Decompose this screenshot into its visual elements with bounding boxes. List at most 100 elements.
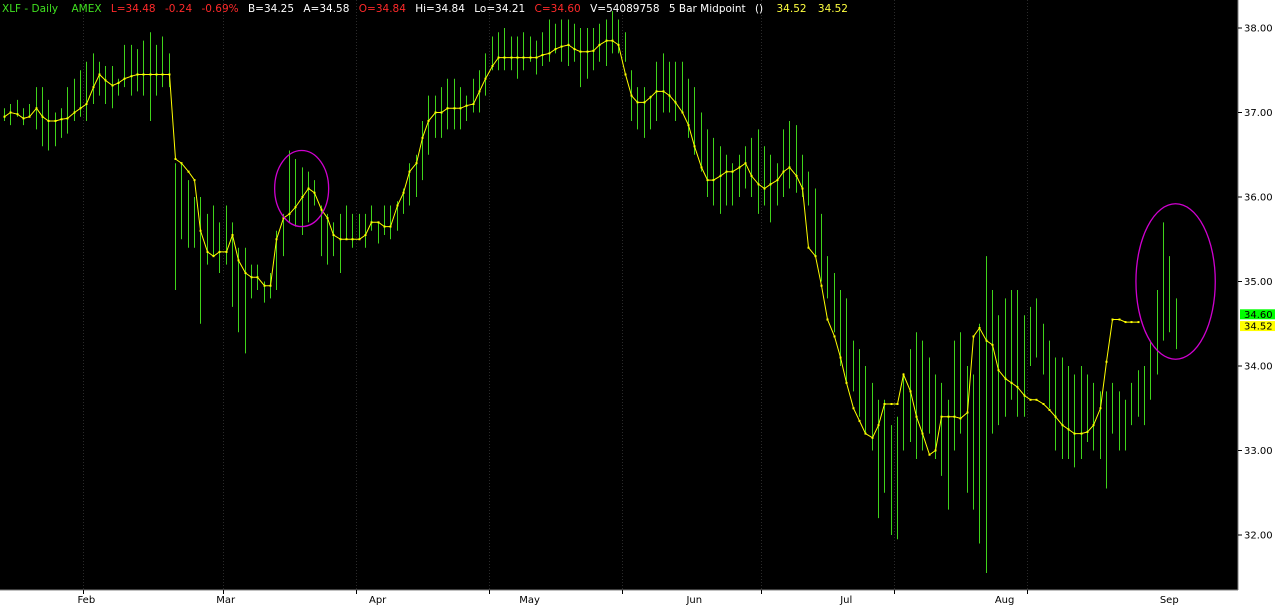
midpoint-dot [187,170,190,173]
month-label: Mar [216,595,236,606]
midpoint-dot [180,162,183,165]
midpoint-dot [516,56,519,59]
high-label: Hi=34.84 [415,3,465,15]
midpoint-dot [1086,430,1089,433]
midpoint-dot [750,174,753,177]
midpoint-dot [1029,398,1032,401]
midpoint-dot [693,145,696,148]
midpoint-price-label: 34.52 [1244,322,1273,333]
midpoint-dot [345,238,348,241]
midpoint-dot [630,94,633,97]
midpoint-dot [60,118,63,121]
midpoint-dot [326,217,329,220]
midpoint-dot [174,157,177,160]
midpoint-dot [529,56,532,59]
midpoint-dot [155,73,158,76]
midpoint-dot [440,111,443,114]
midpoint-dot [1010,381,1013,384]
month-label: Sep [1160,595,1179,606]
month-label: Aug [995,595,1015,606]
midpoint-dot [985,339,988,342]
low-label: Lo=34.21 [474,3,525,15]
midpoint-dot [719,174,722,177]
midpoint-dot [763,187,766,190]
midpoint-dot [617,43,620,46]
midpoint-dot [510,56,513,59]
midpoint-dot [370,221,373,224]
midpoint-dot [668,94,671,97]
study-params-label: () [755,3,763,15]
price-axis-panel[interactable] [1238,0,1276,606]
midpoint-dot [301,196,304,198]
midpoint-dot [1004,377,1007,380]
midpoint-dot [41,115,44,118]
midpoint-dot [111,84,114,87]
midpoint-dot [757,183,760,186]
midpoint-dot [1105,360,1108,363]
change-label: -0.24 [165,3,192,15]
midpoint-dot [592,49,595,52]
midpoint-dot [218,250,221,253]
study-value-1: 34.52 [777,3,807,15]
midpoint-dot [858,419,861,422]
midpoint-dot [22,117,25,120]
month-label: Apr [369,595,387,606]
last-price-markers: 34.5234.60 [1240,309,1275,333]
midpoint-dot [383,225,386,228]
midpoint-dot [358,238,361,241]
midpoint-dot [288,212,291,215]
midpoint-dot [573,48,576,51]
midpoint-dot [313,191,316,194]
midpoint-dot [636,101,639,104]
midpoint-dot [1111,318,1114,321]
midpoint-dot [79,107,82,110]
midpoint-dot [839,356,842,359]
midpoint-dot [47,119,50,122]
midpoint-dot [972,335,975,338]
midpoint-dot [123,77,126,80]
midpoint-dot [624,73,627,76]
exchange-label: AMEX [71,3,101,15]
midpoint-dot [28,115,31,118]
midpoint-dot [212,255,215,258]
midpoint-dot [731,170,734,173]
midpoint-dot [1048,408,1051,411]
midpoint-dot [269,284,272,287]
midpoint-dot [35,107,38,110]
midpoint-dot [788,166,791,169]
midpoint-dot [256,276,259,279]
midpoint-dot [250,276,253,279]
midpoint-dot [244,272,247,275]
midpoint-dot [991,343,994,346]
price-chart[interactable]: 38.00 37.00 36.00 35.00 34.00 33.00 32.00 Feb M… [0,0,1276,606]
midpoint-dot [503,56,506,59]
midpoint-dot [1042,403,1045,406]
midpoint-dot [1054,415,1057,418]
midpoint-dot [149,73,152,76]
midpoint-dot [402,191,405,194]
midpoint-dot [472,103,475,106]
midpoint-dot [161,73,164,76]
month-label: May [519,595,540,606]
midpoint-dot [1035,398,1038,401]
midpoint-dot [649,96,652,99]
midpoint-dot [554,48,557,51]
price-tick-label: 34.00 [1244,362,1273,373]
time-axis-panel[interactable] [0,590,1238,606]
midpoint-dot [934,449,937,452]
midpoint-dot [92,86,95,89]
midpoint-dot [852,407,855,410]
midpoint-dot [1061,424,1064,427]
midpoint-dot [199,229,202,232]
midpoint-dot [66,117,69,120]
midpoint-dot [978,326,981,329]
study-value-2: 34.52 [818,3,848,15]
midpoint-dot [643,101,646,104]
midpoint-dot [465,104,468,107]
midpoint-dot [3,115,6,118]
midpoint-dot [434,111,437,114]
last-price-label: 34.60 [1244,310,1273,321]
midpoint-dot [9,111,12,114]
midpoint-dot [687,124,690,127]
midpoint-dot [446,107,449,110]
